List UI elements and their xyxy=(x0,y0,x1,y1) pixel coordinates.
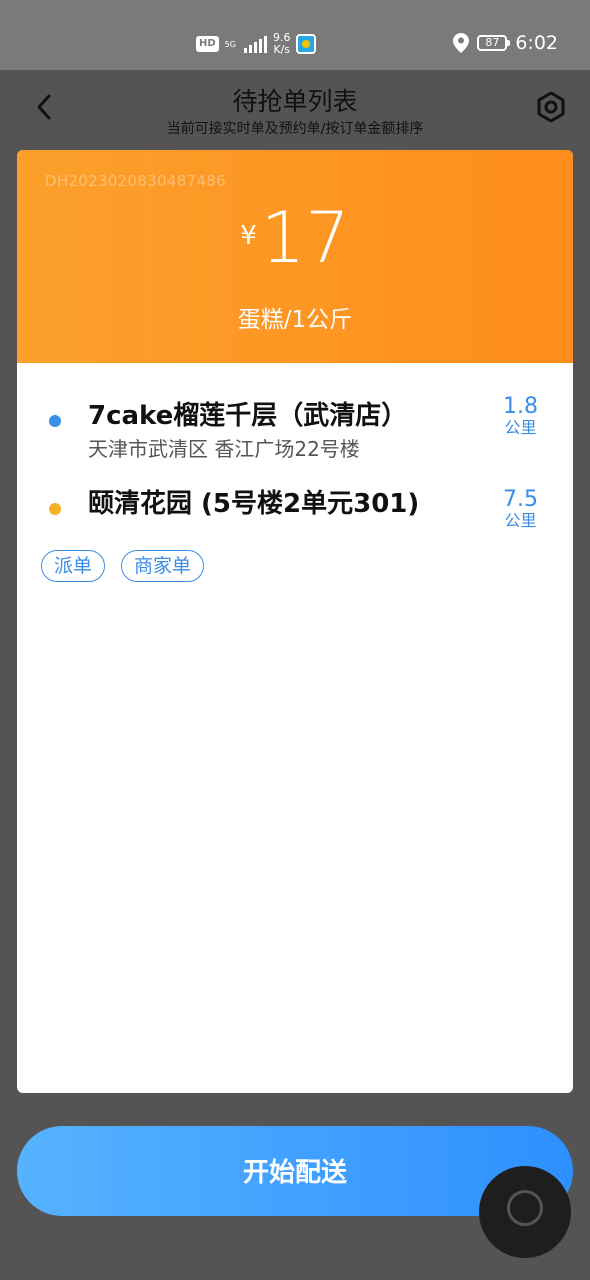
dropoff-name: 颐清花园 (5号楼2单元301) xyxy=(88,489,420,519)
pickup-address: 天津市武清区 香江广场22号楼 xyxy=(88,437,360,461)
speed-unit: K/s xyxy=(273,43,291,56)
order-price: ¥17 xyxy=(17,198,573,278)
pickup-name: 7cake榴莲千层（武清店） xyxy=(88,401,408,431)
price-value: 17 xyxy=(260,197,350,279)
status-icons: HD 5G 9.6 K/s xyxy=(196,30,317,58)
battery-icon: 87 xyxy=(477,35,511,51)
currency-symbol: ¥ xyxy=(240,221,257,251)
dropoff-distance-value: 7.5 xyxy=(503,487,538,512)
clock: 6:02 xyxy=(515,32,558,54)
order-tags: 派单 商家单 xyxy=(41,550,205,582)
network-type: 5G xyxy=(224,39,236,49)
order-card[interactable]: DH202302083048748​6 ¥17 蛋糕/1公斤 7cake榴莲千层… xyxy=(17,150,573,1093)
app-notification-icon xyxy=(296,34,317,54)
settings-icon[interactable] xyxy=(534,90,568,124)
dropoff-distance-unit: 公里 xyxy=(504,511,537,530)
tag-dispatch: 派单 xyxy=(41,550,106,582)
pickup-distance-unit: 公里 xyxy=(504,418,537,437)
location-icon xyxy=(453,33,470,53)
hd-icon: HD xyxy=(196,36,219,52)
status-bar: HD 5G 9.6 K/s 87 6:02 xyxy=(0,0,590,70)
page-subtitle: 当前可接实时单及预约单/按订单金额排序 xyxy=(166,121,424,137)
order-number: DH202302083048748​6 xyxy=(45,172,226,190)
pickup-distance: 1.8 公里 xyxy=(503,395,538,437)
floating-assist-button[interactable] xyxy=(479,1166,571,1258)
signal-icon xyxy=(243,35,267,53)
dropoff-dot-icon xyxy=(49,503,61,515)
dropoff-distance: 7.5 公里 xyxy=(503,488,538,530)
network-speed: 9.6 K/s xyxy=(273,32,291,56)
header: 待抢单列表 当前可接实时单及预约单/按订单金额排序 xyxy=(0,70,590,148)
tag-merchant: 商家单 xyxy=(121,550,205,582)
page-title: 待抢单列表 xyxy=(232,87,358,116)
status-right: 87 6:02 xyxy=(453,32,558,54)
goods-info: 蛋糕/1公斤 xyxy=(237,307,353,333)
order-header: DH202302083048748​6 ¥17 蛋糕/1公斤 xyxy=(17,150,573,363)
pickup-distance-value: 1.8 xyxy=(503,394,538,419)
pickup-dot-icon xyxy=(49,415,61,427)
